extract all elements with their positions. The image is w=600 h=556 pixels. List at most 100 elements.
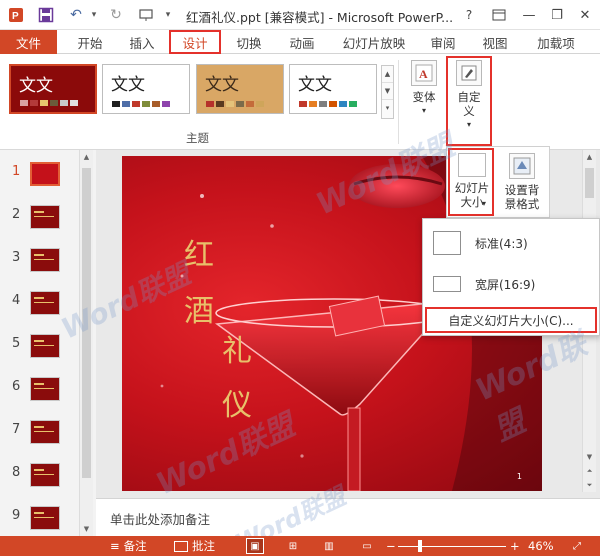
ribbon-design: 文文 文文 文文 文文 ▲ ▼ ▾ 主题 A 变体 ▾ 自定义 ▾ (0, 54, 600, 150)
scroll-up-icon[interactable]: ▲ (80, 150, 93, 164)
thumbnail-image (30, 162, 60, 186)
thumbnail-image (30, 205, 60, 229)
customize-dropdown-icon: ▾ (466, 120, 471, 129)
zoom-level[interactable]: 46% (528, 538, 554, 554)
powerpoint-app-icon[interactable]: P (6, 5, 26, 25)
theme-option-3[interactable]: 文文 (196, 64, 284, 114)
tab-transitions[interactable]: 切换 (225, 30, 273, 54)
title-bar: P ↶ ▾ ↻ ▾ 红酒礼仪.ppt [兼容模式] - Microsoft Po… (0, 0, 600, 30)
menu-item-custom-size[interactable]: 自定义幻灯片大小(C)... (425, 307, 597, 333)
svg-text:A: A (419, 67, 428, 81)
tab-insert[interactable]: 插入 (118, 30, 166, 54)
ribbon-separator (398, 60, 399, 144)
theme-group-label: 主题 (186, 131, 209, 145)
thumbnail-image (30, 420, 60, 444)
thumbnail-image (30, 248, 60, 272)
scroll-down-icon[interactable]: ▼ (80, 522, 93, 536)
thumbnails-scrollbar[interactable]: ▲ ▼ (79, 150, 93, 536)
redo-icon[interactable]: ↻ (106, 5, 126, 25)
previous-slide-icon[interactable]: ⏶ (583, 464, 596, 478)
slide-title-char: 酒 (184, 294, 214, 329)
theme-colors (112, 101, 170, 107)
scroll-thumb[interactable] (585, 168, 594, 198)
slide-thumbnails-panel: 1 2 3 4 5 6 7 8 9 ▲ ▼ (0, 150, 95, 536)
notes-pane[interactable]: 单击此处添加备注 (96, 498, 600, 536)
undo-dropdown-icon[interactable]: ▾ (84, 5, 104, 25)
ribbon-tabs: 文件 开始 插入 设计 切换 动画 幻灯片放映 审阅 视图 加载项 (0, 30, 600, 54)
normal-view-icon[interactable]: ▣ (246, 538, 264, 554)
thumbnail-image (30, 377, 60, 401)
reading-view-icon[interactable]: ▥ (320, 538, 338, 554)
comments-toggle[interactable]: 批注 (174, 538, 215, 554)
scroll-thumb[interactable] (82, 168, 91, 478)
slide-size-button[interactable]: 幻灯片大小 ▾ (452, 153, 492, 209)
gallery-up-icon[interactable]: ▲ (382, 66, 393, 83)
help-button[interactable]: ? (458, 4, 480, 26)
slide-show-view-icon[interactable]: ▭ (358, 538, 376, 554)
slide-sorter-view-icon[interactable]: ⊞ (284, 538, 302, 554)
window-title: 红酒礼仪.ppt [兼容模式] - Microsoft PowerP... (186, 10, 454, 25)
scroll-up-icon[interactable]: ▲ (583, 150, 596, 164)
minimize-button[interactable]: — (518, 4, 540, 26)
format-background-button[interactable]: 设置背景格式 (497, 153, 547, 211)
ribbon-display-options-icon[interactable] (488, 4, 510, 26)
format-background-icon (509, 153, 535, 179)
tab-file[interactable]: 文件 (0, 30, 57, 54)
variants-dropdown-icon: ▾ (421, 106, 426, 115)
save-icon[interactable] (36, 5, 56, 25)
scroll-down-icon[interactable]: ▼ (583, 450, 596, 464)
close-button[interactable]: ✕ (574, 4, 596, 26)
menu-item-standard[interactable]: 标准(4:3) (423, 225, 599, 261)
menu-item-widescreen[interactable]: 宽屏(16:9) (423, 269, 599, 299)
tab-animations[interactable]: 动画 (278, 30, 326, 54)
theme-option-4[interactable]: 文文 (289, 64, 377, 114)
tab-review[interactable]: 审阅 (420, 30, 466, 54)
tab-view[interactable]: 视图 (472, 30, 518, 54)
customize-button[interactable]: 自定义 ▾ (450, 60, 488, 132)
thumbnail-image (30, 506, 60, 530)
notes-placeholder: 单击此处添加备注 (110, 512, 211, 527)
thumbnail-image (30, 291, 60, 315)
fit-to-window-icon[interactable]: ⤢ (568, 538, 586, 554)
slide-page-number: 1 (516, 472, 522, 481)
tab-slide-show[interactable]: 幻灯片放映 (334, 30, 414, 54)
theme-colors (20, 100, 78, 106)
theme-gallery-scroll[interactable]: ▲ ▼ ▾ (381, 65, 394, 119)
zoom-out-button[interactable]: − (386, 538, 396, 554)
slide-title-char: 礼 (222, 334, 252, 369)
customize-icon (456, 60, 482, 86)
start-from-beginning-icon[interactable] (136, 5, 156, 25)
customize-qat-icon[interactable]: ▾ (158, 5, 178, 25)
slide-title-char: 红 (184, 238, 214, 273)
standard-ratio-icon (433, 231, 461, 255)
notes-icon: ≡ (110, 539, 120, 553)
gallery-more-icon[interactable]: ▾ (382, 100, 393, 117)
variants-button[interactable]: A 变体 ▾ (406, 60, 442, 118)
widescreen-ratio-icon (433, 276, 461, 292)
gallery-down-icon[interactable]: ▼ (382, 83, 393, 100)
theme-label: 文文 (205, 75, 239, 95)
tab-design[interactable]: 设计 (169, 30, 221, 54)
zoom-slider-track[interactable] (398, 546, 506, 547)
svg-text:P: P (12, 11, 19, 22)
tab-home[interactable]: 开始 (66, 30, 114, 54)
zoom-slider-thumb[interactable] (417, 540, 422, 552)
zoom-in-button[interactable]: + (510, 538, 520, 554)
undo-icon[interactable]: ↶ (66, 5, 86, 25)
slide-title-char: 仪 (222, 388, 252, 423)
restore-button[interactable]: ❐ (546, 4, 568, 26)
status-bar: ≡ 备注 批注 ▣ ⊞ ▥ ▭ − + 46% ⤢ (0, 536, 600, 556)
customize-panel: 幻灯片大小 ▾ 设置背景格式 (446, 146, 550, 218)
theme-colors (206, 101, 264, 107)
notes-toggle[interactable]: ≡ 备注 (110, 538, 147, 554)
theme-option-1[interactable]: 文文 (9, 64, 97, 114)
theme-label: 文文 (19, 76, 53, 96)
tab-add-ins[interactable]: 加载项 (526, 30, 586, 54)
variants-icon: A (411, 60, 437, 86)
comments-icon (174, 540, 188, 552)
slide-size-menu: 标准(4:3) 宽屏(16:9) 自定义幻灯片大小(C)... (422, 218, 600, 336)
next-slide-icon[interactable]: ⏷ (583, 478, 596, 492)
theme-label: 文文 (298, 75, 332, 95)
theme-option-2[interactable]: 文文 (102, 64, 190, 114)
slide-size-dropdown-icon: ▾ (482, 199, 487, 208)
